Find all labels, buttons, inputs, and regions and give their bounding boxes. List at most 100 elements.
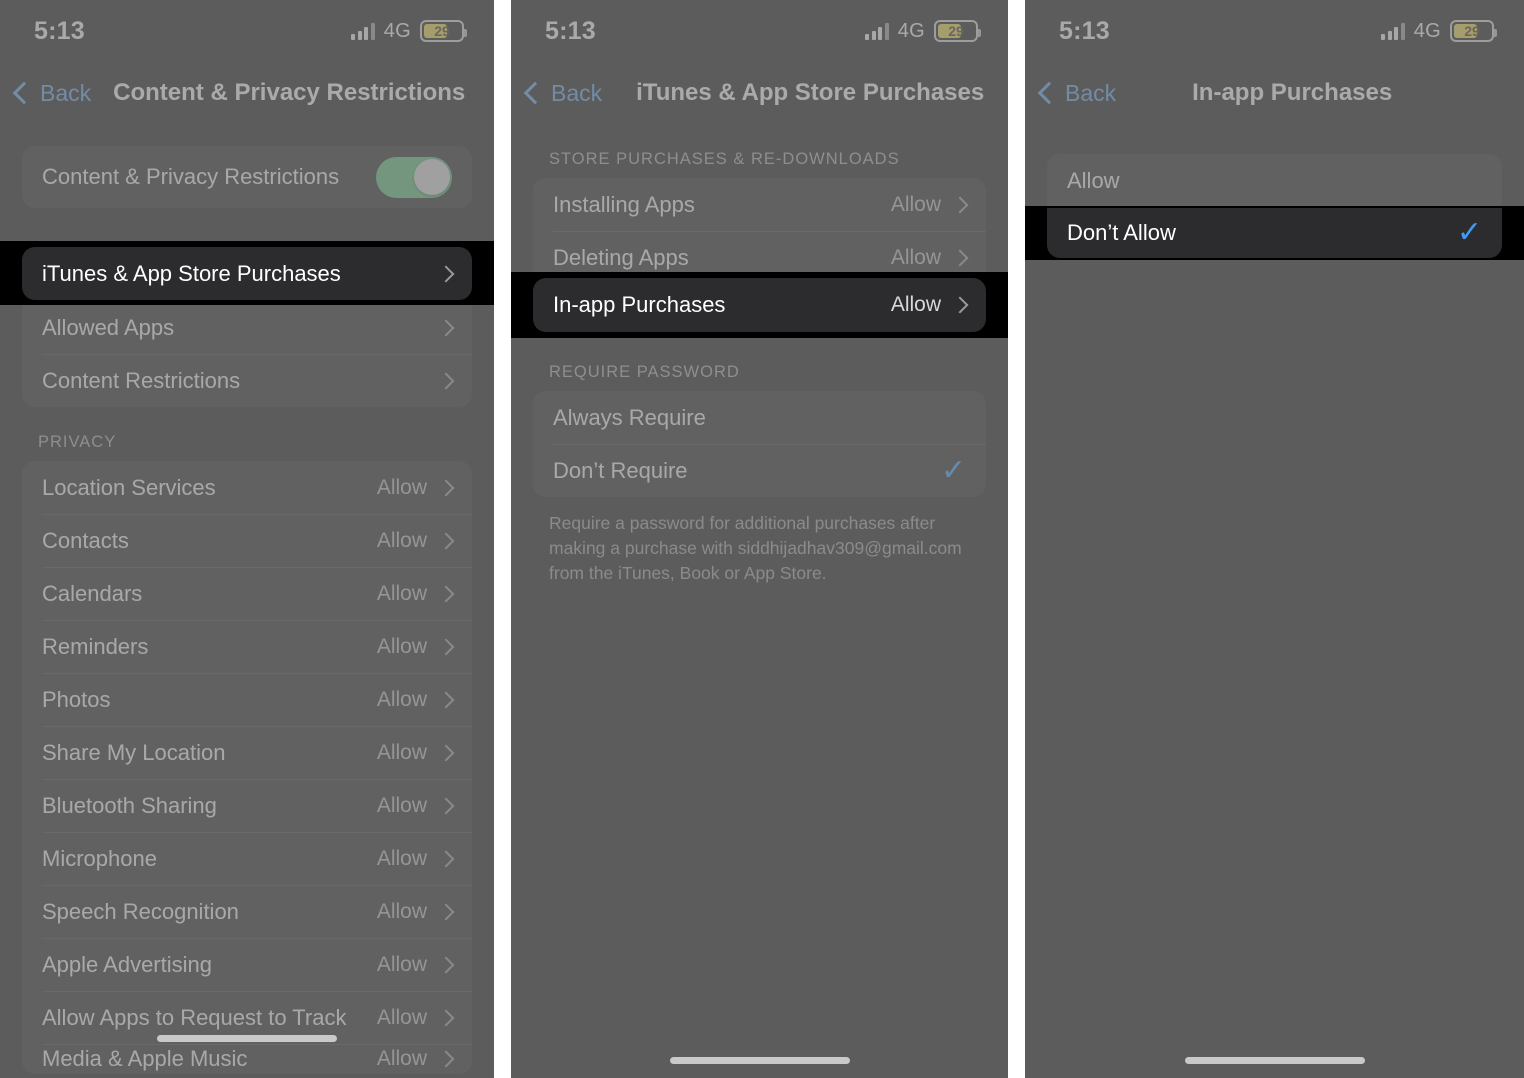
row-bluetooth-sharing[interactable]: Bluetooth Sharing Allow <box>22 779 472 832</box>
row-installing-apps[interactable]: Installing Apps Allow <box>533 178 986 231</box>
panel-gap <box>1008 0 1025 1078</box>
row-location-services[interactable]: Location Services Allow <box>22 461 472 514</box>
row-label: Allow <box>1067 167 1120 193</box>
row-label: Speech Recognition <box>42 898 239 924</box>
highlighted-row-value: Allow <box>890 293 941 316</box>
highlighted-row-label: In-app Purchases <box>553 292 726 317</box>
status-bar: 5:13 4G 29 <box>511 0 1008 62</box>
three-panel-screenshot: 5:13 4G 29 Back Content & Privacy Restri… <box>0 0 1524 1078</box>
row-label: Share My Location <box>42 739 226 765</box>
row-value: Allow <box>376 899 427 923</box>
require-password-section-header: REQUIRE PASSWORD <box>549 363 740 381</box>
row-value: Allow <box>376 581 427 605</box>
row-value: Allow <box>890 192 941 216</box>
network-type-label: 4G <box>897 19 925 42</box>
row-value: Allow <box>376 475 427 499</box>
row-label: Reminders <box>42 633 149 659</box>
battery-low-power-icon: 29 <box>420 20 467 42</box>
master-toggle-card: Content & Privacy Restrictions <box>22 146 472 208</box>
chevron-right-icon <box>437 638 455 655</box>
highlighted-row-dont-allow[interactable]: Don’t Allow ✓ <box>1047 208 1502 258</box>
home-indicator[interactable] <box>1184 1057 1365 1064</box>
checkmark-icon: ✓ <box>940 453 966 487</box>
highlighted-row-itunes-app-store-purchases[interactable]: iTunes & App Store Purchases <box>22 247 472 300</box>
nav-bar: Back Content & Privacy Restrictions <box>0 62 494 124</box>
chevron-right-icon <box>951 249 969 266</box>
row-media-apple-music[interactable]: Media & Apple Music Allow <box>22 1044 472 1074</box>
row-content-privacy-restrictions-toggle[interactable]: Content & Privacy Restrictions <box>22 146 472 208</box>
chevron-right-icon <box>951 196 969 213</box>
row-label: Installing Apps <box>553 191 695 217</box>
row-speech-recognition[interactable]: Speech Recognition Allow <box>22 885 472 938</box>
row-reminders[interactable]: Reminders Allow <box>22 620 472 673</box>
chevron-right-icon <box>437 691 455 708</box>
menu-label: Content Restrictions <box>42 367 241 393</box>
row-value: Allow <box>376 634 427 658</box>
row-value: Allow <box>376 793 427 817</box>
status-clock: 5:13 <box>34 16 85 45</box>
chevron-left-icon <box>1037 81 1061 105</box>
row-apple-advertising[interactable]: Apple Advertising Allow <box>22 938 472 991</box>
row-label: Photos <box>42 686 111 712</box>
panel2-content: STORE PURCHASES & RE-DOWNLOADS Installin… <box>511 124 1008 586</box>
sidebar-item-content-restrictions[interactable]: Content Restrictions <box>22 354 472 407</box>
privacy-section-header: PRIVACY <box>38 433 117 451</box>
back-button[interactable]: Back <box>0 80 91 107</box>
row-dont-require[interactable]: Don’t Require ✓ <box>533 444 986 497</box>
battery-percent-label: 29 <box>1464 23 1480 39</box>
back-button-label: Back <box>40 79 92 106</box>
row-share-my-location[interactable]: Share My Location Allow <box>22 726 472 779</box>
row-value: Allow <box>890 245 941 269</box>
status-indicators: 4G 29 <box>351 20 467 43</box>
highlighted-row-label: iTunes & App Store Purchases <box>42 260 341 286</box>
row-label: Calendars <box>42 580 143 606</box>
status-clock: 5:13 <box>1059 16 1110 45</box>
panel-gap <box>494 0 511 1078</box>
home-indicator[interactable] <box>157 1035 337 1042</box>
page-title: In-app Purchases <box>1192 79 1393 106</box>
back-button[interactable]: Back <box>1025 80 1116 107</box>
chevron-left-icon <box>523 81 547 105</box>
row-photos[interactable]: Photos Allow <box>22 673 472 726</box>
back-button-label: Back <box>1065 79 1117 106</box>
row-value: Allow <box>376 1047 427 1070</box>
row-calendars[interactable]: Calendars Allow <box>22 567 472 620</box>
chevron-right-icon <box>437 372 455 389</box>
row-allow[interactable]: Allow <box>1047 154 1502 207</box>
cellular-bars-icon <box>1381 22 1405 40</box>
row-value: Allow <box>376 687 427 711</box>
row-value: Allow <box>376 846 427 870</box>
master-toggle-label: Content & Privacy Restrictions <box>42 164 340 189</box>
back-button[interactable]: Back <box>511 80 602 107</box>
panel-in-app-purchases: 5:13 4G 29 Back In-app Purchases Allow D… <box>1025 0 1524 1078</box>
chevron-right-icon <box>951 296 969 314</box>
row-label: Always Require <box>553 404 706 430</box>
nav-bar: Back In-app Purchases <box>1025 62 1524 124</box>
highlighted-row-in-app-purchases[interactable]: In-app Purchases Allow <box>533 278 986 332</box>
row-label: Deleting Apps <box>553 244 689 270</box>
battery-low-power-icon: 29 <box>1450 20 1497 42</box>
row-label: Media & Apple Music <box>42 1046 248 1071</box>
chevron-left-icon <box>12 81 36 105</box>
row-label: Bluetooth Sharing <box>42 792 217 818</box>
row-label: Contacts <box>42 527 129 553</box>
cellular-bars-icon <box>351 22 375 40</box>
chevron-right-icon <box>437 744 455 761</box>
row-microphone[interactable]: Microphone Allow <box>22 832 472 885</box>
sidebar-item-allowed-apps[interactable]: Allowed Apps <box>22 301 472 354</box>
row-always-require[interactable]: Always Require <box>533 391 986 444</box>
chevron-right-icon <box>437 1050 455 1068</box>
chevron-right-icon <box>437 903 455 920</box>
content-privacy-toggle[interactable] <box>376 156 452 198</box>
chevron-right-icon <box>437 1009 455 1026</box>
row-value: Allow <box>376 528 427 552</box>
chevron-right-icon <box>437 585 455 602</box>
menu-label: Allowed Apps <box>42 314 175 340</box>
nav-bar: Back iTunes & App Store Purchases <box>511 62 1008 124</box>
home-indicator[interactable] <box>669 1057 850 1064</box>
status-bar: 5:13 4G 29 <box>1025 0 1524 62</box>
privacy-card: Location Services Allow Contacts Allow C… <box>22 461 472 1074</box>
require-password-footnote: Require a password for additional purcha… <box>549 513 962 583</box>
store-section-header: STORE PURCHASES & RE-DOWNLOADS <box>549 150 900 168</box>
row-contacts[interactable]: Contacts Allow <box>22 514 472 567</box>
